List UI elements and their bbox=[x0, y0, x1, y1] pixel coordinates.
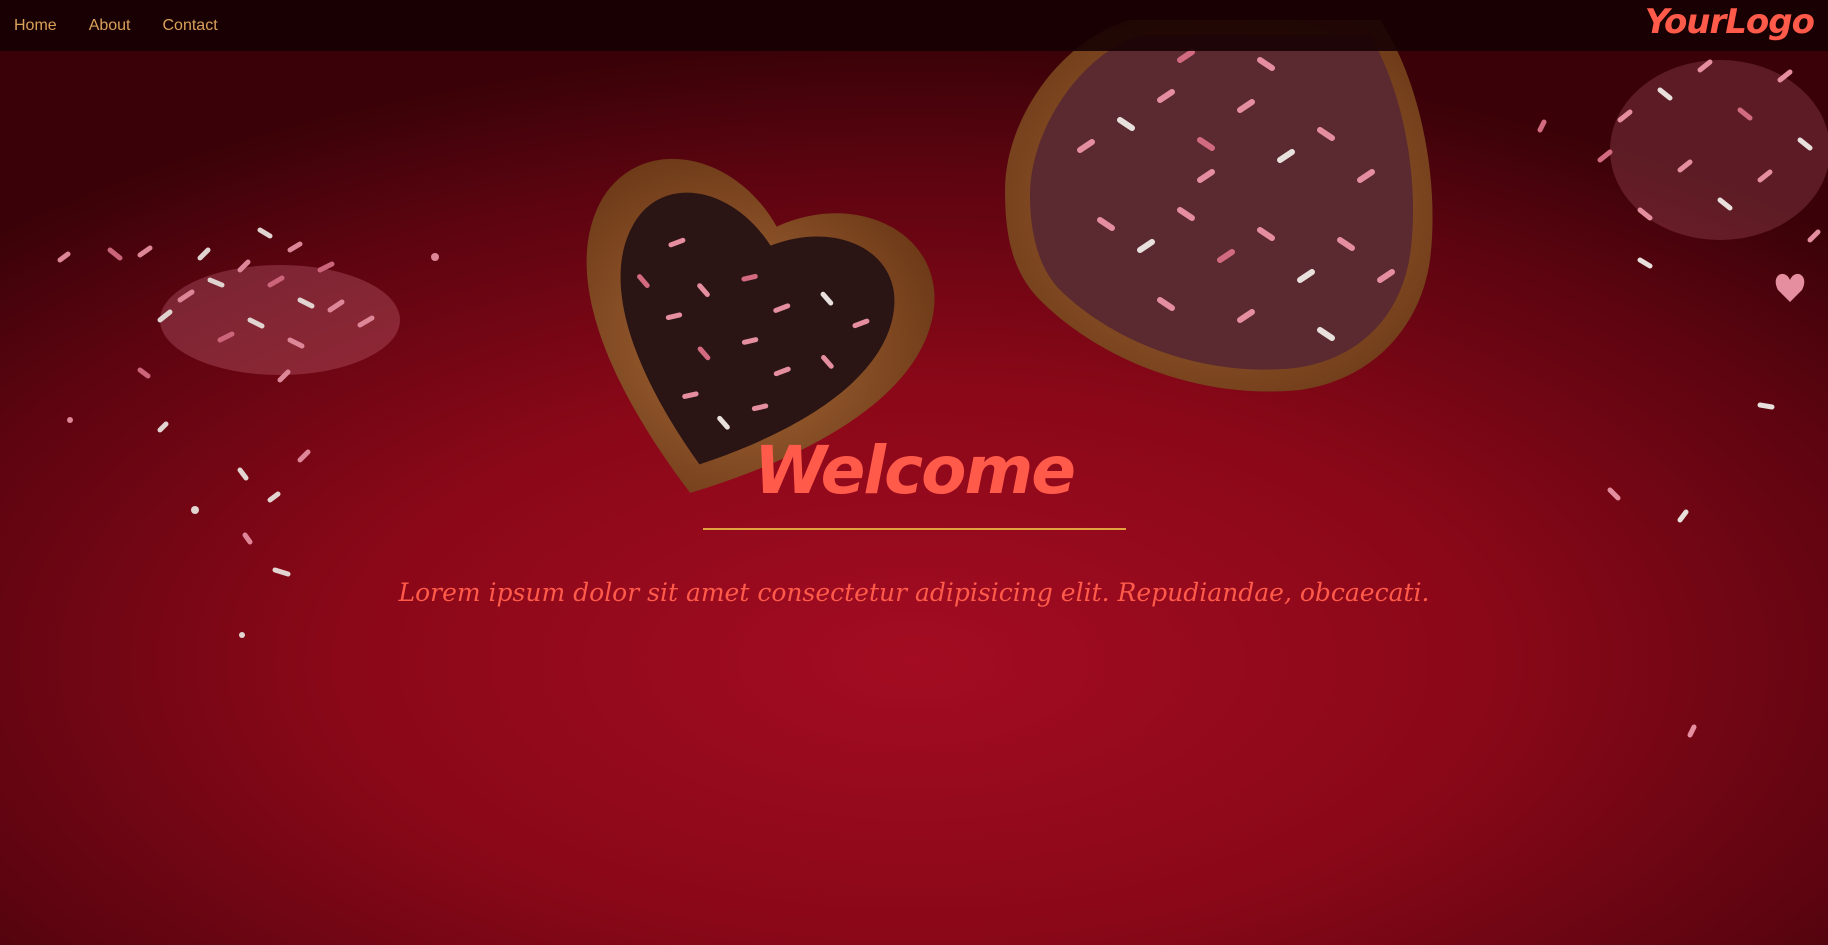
hero-subtitle: Lorem ipsum dolor sit amet consectetur a… bbox=[398, 578, 1430, 607]
site-logo[interactable]: YourLogo bbox=[1645, 0, 1815, 44]
nav-link-home[interactable]: Home bbox=[14, 17, 57, 35]
nav-link-contact[interactable]: Contact bbox=[163, 17, 218, 35]
hero-title: Welcome bbox=[754, 432, 1076, 509]
nav-link-about[interactable]: About bbox=[89, 17, 131, 35]
donut-right bbox=[1005, 20, 1433, 392]
sprinkles-right bbox=[1537, 59, 1828, 738]
top-navbar: Home About Contact YourLogo bbox=[0, 0, 1828, 51]
hero-section: Home About Contact YourLogo Welcome Lore… bbox=[0, 0, 1828, 945]
nav-links: Home About Contact bbox=[14, 0, 250, 51]
title-divider bbox=[703, 528, 1126, 530]
